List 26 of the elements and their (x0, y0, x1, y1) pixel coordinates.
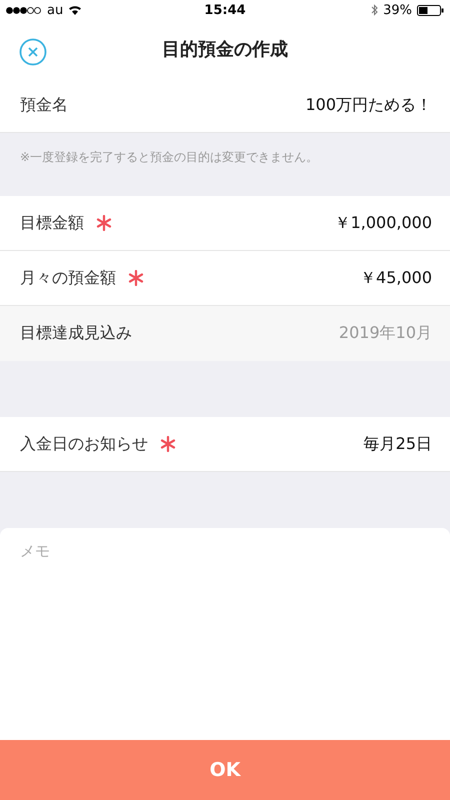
close-icon (19, 38, 47, 66)
deposit-name-row[interactable]: 預金名 100万円ためる！ (0, 78, 450, 133)
battery-percent: 39% (383, 2, 412, 18)
field-value: 2019年10月 (338, 323, 432, 344)
wifi-icon (68, 5, 82, 15)
clock-time: 15:44 (204, 2, 246, 18)
field-value: 100万円ためる！ (305, 94, 432, 116)
field-label: 目標金額 (20, 212, 84, 234)
form-row[interactable]: 月々の預金額 ￥45,000 (0, 251, 450, 306)
page-title: 目的預金の作成 (162, 38, 288, 61)
field-value: ￥45,000 (360, 268, 432, 288)
field-label: 入金日のお知らせ (20, 434, 148, 454)
field-value: ￥1,000,000 (334, 212, 432, 234)
field-label: 月々の預金額 (20, 268, 116, 288)
close-button[interactable] (18, 37, 48, 67)
field-label: 預金名 (20, 94, 68, 116)
field-value: 毎月25日 (364, 434, 432, 454)
carrier-name: au (47, 2, 64, 18)
signal-icon (6, 6, 42, 14)
form-row[interactable]: 入金日のお知らせ 毎月25日 (0, 417, 450, 472)
field-label: 目標達成見込み (20, 323, 132, 344)
battery-icon (417, 4, 444, 16)
bluetooth-icon (371, 4, 378, 16)
memo-field[interactable]: メモ (0, 528, 450, 740)
form-row[interactable]: 目標金額 ￥1,000,000 (0, 196, 450, 251)
notice-text: ※一度登録を完了すると預金の目的は変更できません。 (19, 149, 320, 166)
